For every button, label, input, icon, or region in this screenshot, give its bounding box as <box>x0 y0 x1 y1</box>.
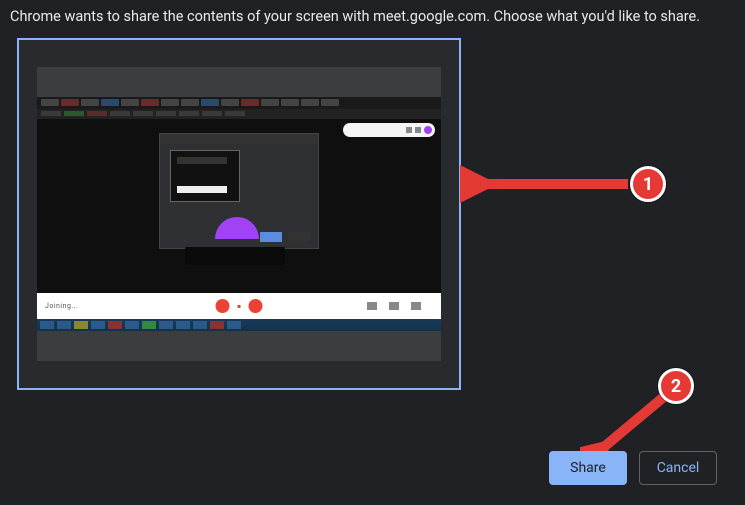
preview-mic-icon <box>216 299 230 313</box>
preview-letterbox-bottom <box>37 331 441 361</box>
share-button[interactable]: Share <box>549 451 627 485</box>
annotation-arrow-1 <box>460 164 640 204</box>
preview-meet-toolbar <box>343 123 435 137</box>
preview-name-pill <box>185 247 285 265</box>
preview-joining-text: Joining... <box>45 302 78 310</box>
dialog-header-text: Chrome wants to share the contents of yo… <box>10 8 700 25</box>
screen-preview: Joining... <box>37 67 441 361</box>
preview-meet-bottom-bar: Joining... <box>37 293 441 319</box>
preview-page-content <box>37 119 441 293</box>
preview-browser-tabstrip <box>37 97 441 109</box>
preview-bookmarks-bar <box>37 109 441 119</box>
dialog-button-row: Share Cancel <box>549 451 717 485</box>
preview-letterbox-top <box>37 67 441 97</box>
cancel-button[interactable]: Cancel <box>639 451 717 485</box>
annotation-badge-2: 2 <box>658 368 694 404</box>
annotation-badge-1: 1 <box>630 166 666 202</box>
screen-thumbnail-selected[interactable]: Joining... <box>17 38 461 390</box>
preview-camera-icon <box>249 299 263 313</box>
preview-windows-taskbar <box>37 319 441 331</box>
